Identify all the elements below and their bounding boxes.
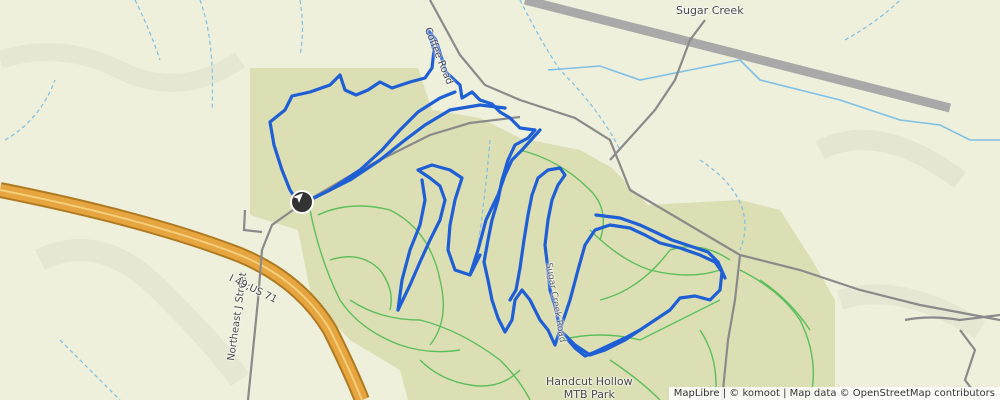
map-canvas[interactable]: Sugar Creek Coffee Road Northeast J Stre… [0, 0, 1000, 400]
park-label: Handcut Hollow MTB Park [546, 375, 633, 400]
park-label-line2: MTB Park [563, 388, 615, 400]
place-label-sugar-creek: Sugar Creek [676, 4, 744, 17]
map-layer [0, 0, 1000, 400]
navigation-arrow-icon [293, 193, 303, 203]
map-attribution[interactable]: MapLibre | © komoot | Map data © OpenStr… [668, 387, 1000, 400]
park-label-line1: Handcut Hollow [546, 375, 633, 388]
start-marker[interactable] [290, 190, 314, 214]
